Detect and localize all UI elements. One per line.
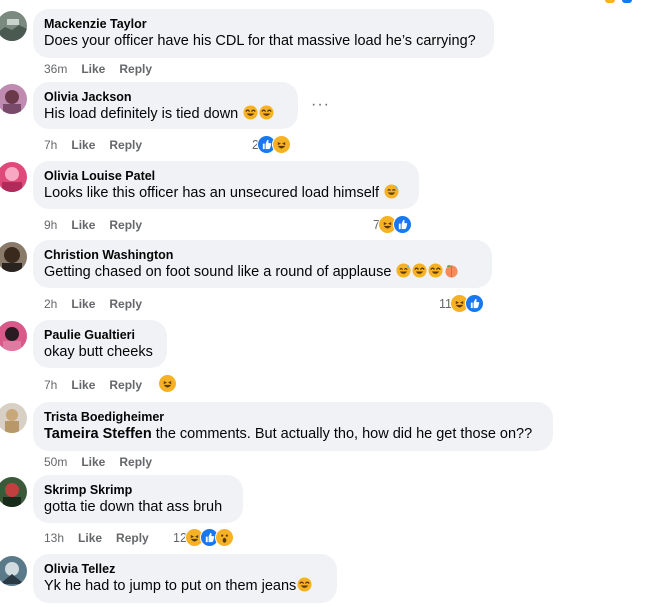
comment-actions: 7h Like Reply	[44, 138, 156, 152]
comment-text: Does your officer have his CDL for that …	[44, 33, 476, 49]
avatar[interactable]	[0, 556, 27, 586]
reply-button[interactable]: Reply	[116, 531, 149, 545]
comment-time[interactable]: 36m	[44, 62, 67, 76]
comment-text: Tameira Steffen the comments. But actual…	[44, 426, 533, 442]
reaction-summary[interactable]: 7	[373, 215, 412, 234]
comment-author[interactable]: Mackenzie Taylor	[44, 16, 483, 32]
comment-time[interactable]: 7h	[44, 378, 57, 392]
reply-button[interactable]: Reply	[119, 455, 152, 469]
reaction-summary[interactable]	[158, 374, 177, 393]
previous-reaction-stub	[605, 0, 615, 3]
comment-bubble: Olivia Jackson His load definitely is ti…	[33, 82, 298, 129]
comment-actions: 50m Like Reply	[44, 455, 166, 469]
like-button[interactable]: Like	[71, 218, 95, 232]
comment-actions: 9h Like Reply	[44, 218, 156, 232]
avatar[interactable]	[0, 242, 27, 272]
comment-text: okay butt cheeks	[44, 344, 153, 360]
grinning-sweat-emoji	[396, 263, 412, 284]
comment-text: His load definitely is tied down	[44, 105, 287, 126]
comment-bubble: Paulie Gualtieri okay butt cheeks	[33, 320, 167, 368]
reply-button[interactable]: Reply	[109, 378, 142, 392]
haha-reaction-icon	[271, 135, 291, 154]
comment-time[interactable]: 9h	[44, 218, 57, 232]
comment-text: Getting chased on foot sound like a roun…	[44, 263, 481, 284]
avatar[interactable]	[0, 11, 27, 41]
mention-link[interactable]: Tameira Steffen	[44, 426, 152, 442]
reply-button[interactable]: Reply	[109, 297, 142, 311]
wow-reaction-icon	[214, 528, 234, 547]
comment-text: Yk he had to jump to put on them jeans	[44, 577, 326, 598]
peach-emoji	[444, 263, 459, 284]
reaction-summary[interactable]: 2	[252, 135, 291, 154]
like-reaction-icon	[392, 215, 412, 234]
reply-button[interactable]: Reply	[109, 218, 142, 232]
avatar[interactable]	[0, 162, 27, 192]
comment-time[interactable]: 13h	[44, 531, 64, 545]
comment-text: gotta tie down that ass bruh	[44, 499, 223, 515]
comment-bubble: Mackenzie Taylor Does your officer have …	[33, 9, 494, 58]
comment-author[interactable]: Skrimp Skrimp	[44, 482, 232, 498]
avatar[interactable]	[0, 403, 27, 433]
rolling-laughing-emoji	[412, 263, 428, 284]
avatar[interactable]	[0, 477, 27, 507]
like-button[interactable]: Like	[71, 378, 95, 392]
comment-actions: 36m Like Reply	[44, 62, 166, 76]
rolling-laughing-emoji	[243, 105, 258, 126]
reaction-summary[interactable]: 12	[173, 528, 234, 547]
comment-bubble: Trista Boedigheimer Tameira Steffen the …	[33, 402, 553, 451]
comment-actions: 7h Like Reply	[44, 378, 156, 392]
comment-actions: 2h Like Reply	[44, 297, 156, 311]
comment-actions: 13h Like Reply	[44, 531, 163, 545]
comment-author[interactable]: Olivia Tellez	[44, 561, 326, 577]
like-button[interactable]: Like	[81, 455, 105, 469]
comment-bubble: Skrimp Skrimp gotta tie down that ass br…	[33, 475, 243, 523]
rolling-laughing-emoji	[428, 263, 444, 284]
comment-bubble: Christion Washington Getting chased on f…	[33, 240, 492, 288]
like-button[interactable]: Like	[71, 297, 95, 311]
comment-time[interactable]: 50m	[44, 455, 67, 469]
reply-button[interactable]: Reply	[109, 138, 142, 152]
haha-reaction-icon	[158, 374, 177, 393]
avatar[interactable]	[0, 321, 27, 351]
like-button[interactable]: Like	[78, 531, 102, 545]
comment-author[interactable]: Christion Washington	[44, 247, 481, 263]
grinning-sweat-emoji	[384, 184, 399, 205]
like-button[interactable]: Like	[71, 138, 95, 152]
comment-bubble: Olivia Tellez Yk he had to jump to put o…	[33, 554, 337, 603]
like-reaction-icon	[464, 294, 484, 313]
comment-author[interactable]: Trista Boedigheimer	[44, 409, 542, 425]
comment-time[interactable]: 2h	[44, 297, 57, 311]
comment-author[interactable]: Olivia Jackson	[44, 89, 287, 105]
comment-text: Looks like this officer has an unsecured…	[44, 184, 408, 205]
more-options-icon[interactable]: ···	[311, 96, 330, 114]
comment-bubble: Olivia Louise Patel Looks like this offi…	[33, 161, 419, 209]
previous-reaction-stub	[622, 0, 632, 3]
reaction-summary[interactable]: 11	[439, 294, 484, 313]
like-button[interactable]: Like	[81, 62, 105, 76]
rolling-laughing-emoji	[297, 577, 312, 598]
comment-author[interactable]: Paulie Gualtieri	[44, 327, 156, 343]
rolling-laughing-emoji	[259, 105, 274, 126]
comment-author[interactable]: Olivia Louise Patel	[44, 168, 408, 184]
avatar[interactable]	[0, 84, 27, 114]
comment-time[interactable]: 7h	[44, 138, 57, 152]
reply-button[interactable]: Reply	[119, 62, 152, 76]
